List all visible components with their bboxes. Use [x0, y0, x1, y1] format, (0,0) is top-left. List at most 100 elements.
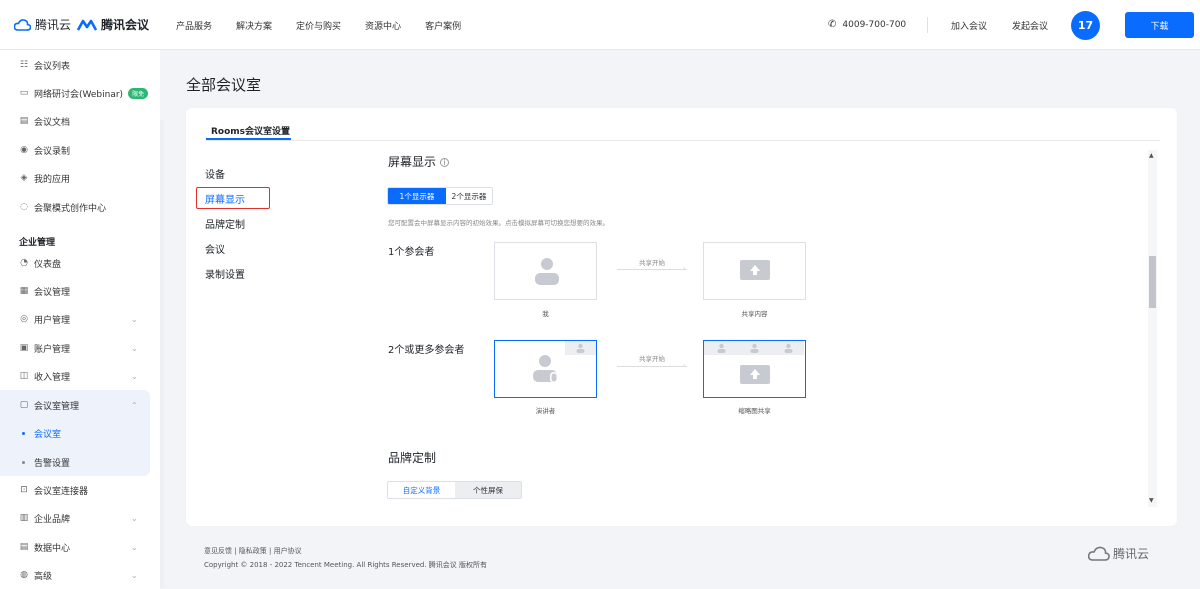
sidebar-item-dashboard[interactable]: ◔ 仪表盘 [0, 249, 150, 277]
sidebar-item-webinar[interactable]: ▭ 网络研讨会(Webinar) 限免 [0, 79, 150, 107]
person-icon [717, 343, 726, 353]
connector-icon: ⊡ [20, 485, 28, 495]
free-badge: 限免 [128, 87, 149, 99]
nav-resources[interactable]: 资源中心 [365, 19, 401, 32]
cloud-icon [1088, 546, 1110, 561]
settings-nav-meeting[interactable]: 会议 [205, 241, 225, 256]
sidebar-subitem-alerts[interactable]: 告警设置 [0, 448, 150, 476]
sidebar-item-enterprise-brand[interactable]: ▥ 企业品牌 ⌄ [0, 504, 150, 532]
chevron-down-icon: ⌄ [131, 542, 138, 552]
data-icon: ▤ [19, 542, 29, 552]
person-icon [750, 343, 759, 353]
join-meeting-link[interactable]: 加入会议 [951, 19, 987, 32]
brand-icon: ▥ [19, 513, 29, 523]
screen-preview-me[interactable] [494, 242, 597, 300]
dashboard-icon: ◔ [20, 258, 28, 268]
caption-thumbnail-share: 缩略图共享 [738, 407, 771, 415]
scroll-up-arrow-icon[interactable]: ▲ [1149, 152, 1154, 159]
sidebar-item-user-management[interactable]: ◎ 用户管理 ⌄ [0, 305, 150, 333]
footer-logo-text: 腾讯云 [1113, 547, 1150, 561]
screen-preview-thumbnail-share[interactable] [703, 340, 806, 398]
sidebar-item-label: 会聚模式创作中心 [34, 203, 107, 214]
settings-nav-device[interactable]: 设备 [205, 166, 225, 181]
chevron-down-icon: ⌄ [131, 570, 138, 580]
sidebar-item-creation-center[interactable]: ◌ 会聚模式创作中心 [0, 193, 150, 221]
info-icon[interactable]: i [440, 158, 450, 167]
sidebar-group-enterprise: 企业管理 [19, 238, 56, 248]
footer-logo: 腾讯云 [1088, 545, 1149, 562]
screensaver-option[interactable]: 个性屏保 [455, 482, 521, 498]
settings-nav-screen-display[interactable]: 屏幕显示 [205, 191, 245, 206]
meeting-logo-icon [77, 19, 97, 31]
sidebar-item-meeting-management[interactable]: ▦ 会议管理 [0, 277, 150, 305]
monitor-count-toggle: 1个显示器 2个显示器 [387, 187, 493, 205]
nav-cases[interactable]: 客户案例 [425, 19, 461, 32]
sidebar-item-data-center[interactable]: ▤ 数据中心 ⌄ [0, 533, 150, 561]
sidebar-scrollbar[interactable] [160, 120, 164, 588]
content-scrollbar-track[interactable] [1148, 150, 1157, 507]
caption-me: 我 [542, 310, 549, 318]
sidebar-item-label: 告警设置 [34, 458, 71, 469]
footer-links[interactable]: 意见反馈 | 隐私政策 | 用户协议 [204, 546, 302, 556]
one-monitor-option[interactable]: 1个显示器 [388, 188, 446, 204]
caption-speaker: 演讲者 [535, 407, 556, 415]
custom-background-option[interactable]: 自定义背景 [388, 482, 455, 498]
screen-preview-shared-content[interactable] [703, 242, 806, 300]
sidebar-item-room-connector[interactable]: ⊡ 会议室连接器 [0, 476, 150, 504]
screen-preview-speaker[interactable] [494, 340, 597, 398]
page-title: 全部会议室 [186, 76, 262, 94]
screen-display-description: 您可配置会中屏幕显示内容的初始效果。点击模拟屏幕可切换您想要的效果。 [388, 219, 609, 227]
nav-products[interactable]: 产品服务 [176, 19, 212, 32]
start-meeting-link[interactable]: 发起会议 [1012, 19, 1048, 32]
one-participant-label: 1个参会者 [388, 247, 435, 258]
sidebar-item-recordings[interactable]: ◉ 会议录制 [0, 136, 150, 164]
nav-solutions[interactable]: 解决方案 [236, 19, 272, 32]
sidebar-subitem-rooms[interactable]: 会议室 [0, 419, 150, 447]
sidebar-item-documents[interactable]: ▤ 会议文档 [0, 107, 150, 135]
chevron-down-icon: ⌄ [131, 371, 138, 381]
sidebar-item-label: 会议室 [34, 429, 62, 440]
arrow-line [617, 366, 687, 367]
sidebar-item-income-management[interactable]: ◫ 收入管理 ⌄ [0, 362, 150, 390]
sidebar-item-label: 高级 [34, 571, 53, 582]
sidebar-item-label: 网络研讨会(Webinar) 限免 [34, 87, 149, 100]
download-button[interactable]: 下载 [1125, 12, 1194, 38]
apps-icon: ◈ [20, 173, 28, 183]
sidebar-item-label: 会议文档 [34, 117, 71, 128]
content-scrollbar-thumb[interactable] [1149, 256, 1156, 308]
share-screen-icon [740, 260, 770, 280]
advanced-icon: ◍ [20, 570, 28, 580]
nav-pricing[interactable]: 定价与购买 [296, 19, 341, 32]
tencent-meeting-logo[interactable]: 腾讯会议 [77, 16, 149, 33]
divider [927, 17, 928, 33]
sidebar-item-label: 会议室连接器 [34, 486, 89, 497]
sidebar-item-room-management[interactable]: ▢ 会议室管理 ⌃ [0, 391, 150, 419]
tab-rooms-settings[interactable]: Rooms会议室设置 [211, 124, 290, 137]
chevron-up-icon: ⌃ [131, 400, 138, 410]
record-icon: ◉ [20, 145, 28, 155]
webinar-label: 网络研讨会(Webinar) [34, 89, 124, 100]
sidebar-item-label: 数据中心 [34, 543, 71, 554]
document-icon: ▤ [19, 116, 29, 126]
tencent-cloud-logo[interactable]: 腾讯云 [14, 16, 71, 33]
share-start-label: 共享开始 [639, 259, 665, 267]
arrow-right-icon: › [683, 265, 686, 272]
arrow-right-icon: › [683, 362, 686, 369]
sidebar-item-label: 仪表盘 [34, 259, 62, 270]
footer-copyright: Copyright © 2018 - 2022 Tencent Meeting.… [204, 561, 488, 569]
two-monitor-option[interactable]: 2个显示器 [445, 188, 492, 204]
dot-icon [22, 460, 25, 464]
thumbnail-strip [704, 341, 804, 355]
scroll-down-arrow-icon[interactable]: ▼ [1149, 497, 1154, 504]
settings-nav-recording[interactable]: 录制设置 [205, 266, 245, 281]
settings-nav-brand[interactable]: 品牌定制 [205, 216, 245, 231]
avatar[interactable]: 17 [1071, 11, 1100, 40]
chevron-down-icon: ⌄ [131, 513, 138, 523]
tencent-meeting-logo-text: 腾讯会议 [101, 18, 150, 32]
sidebar-item-apps[interactable]: ◈ 我的应用 [0, 164, 150, 192]
users-icon: ◎ [20, 314, 28, 324]
sidebar-item-advanced[interactable]: ◍ 高级 ⌄ [0, 561, 150, 589]
sidebar-item-label: 用户管理 [34, 315, 71, 326]
sidebar-item-account-management[interactable]: ▣ 账户管理 ⌄ [0, 334, 150, 362]
sidebar-item-meeting-list[interactable]: ☷ 会议列表 [0, 51, 150, 79]
